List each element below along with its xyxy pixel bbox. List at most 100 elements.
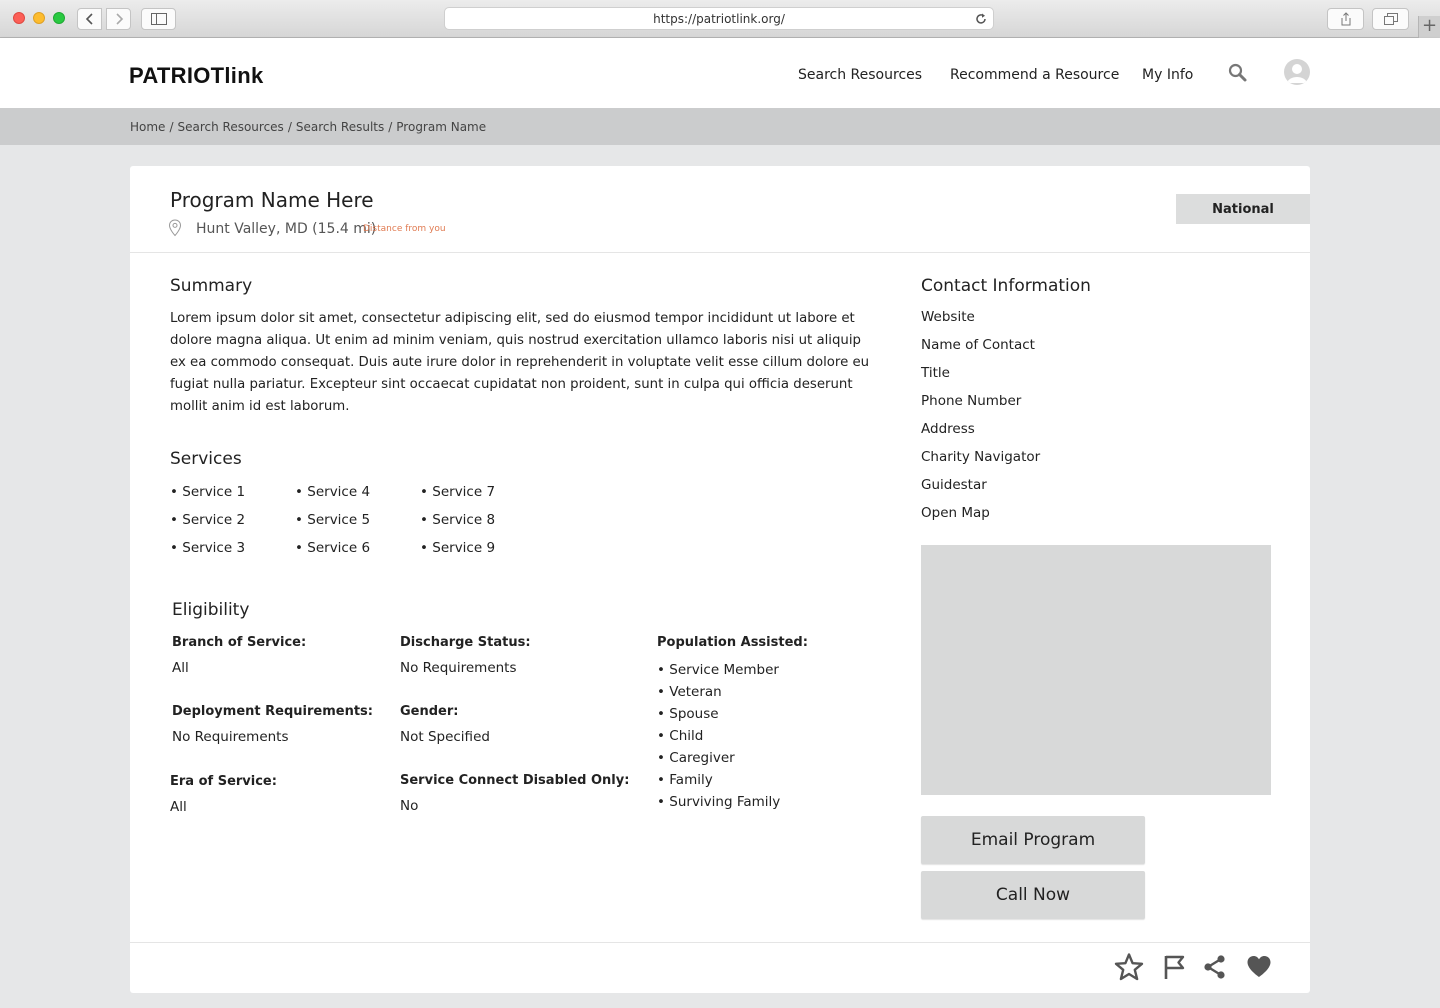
address-bar[interactable]: https://patriotlink.org/: [444, 7, 994, 30]
service-item: • Service 2: [170, 512, 245, 528]
contact-title-link[interactable]: Title: [921, 365, 950, 381]
contact-phone-link[interactable]: Phone Number: [921, 393, 1021, 409]
service-label: Service 2: [182, 512, 246, 528]
breadcrumb-separator: /: [169, 120, 174, 134]
share-icon[interactable]: [1202, 952, 1228, 982]
url-text: https://patriotlink.org/: [653, 11, 785, 26]
browser-toolbar: https://patriotlink.org/ +: [0, 0, 1440, 38]
minimize-window-button[interactable]: [33, 12, 45, 24]
summary-heading: Summary: [170, 276, 253, 296]
service-item: • Service 8: [420, 512, 495, 528]
branch-value: All: [172, 660, 189, 676]
service-item: • Service 3: [170, 540, 245, 556]
gender-value: Not Specified: [400, 729, 490, 745]
heart-icon[interactable]: [1245, 952, 1273, 982]
list-item: • Surviving Family: [657, 791, 780, 813]
discharge-value: No Requirements: [400, 660, 517, 676]
upload-icon: [1341, 12, 1350, 26]
user-avatar[interactable]: [1284, 59, 1310, 85]
email-program-button[interactable]: Email Program: [921, 816, 1145, 864]
list-item: • Child: [657, 725, 780, 747]
program-title: Program Name Here: [170, 188, 374, 212]
deployment-value: No Requirements: [172, 729, 289, 745]
site-header: PATRIOTlink Search Resources Recommend a…: [0, 38, 1440, 108]
bullet: •: [295, 512, 303, 528]
breadcrumb-current: Program Name: [396, 120, 487, 134]
back-button[interactable]: [77, 8, 102, 30]
share-page-button[interactable]: [1327, 8, 1364, 30]
forward-button[interactable]: [106, 8, 131, 30]
era-value: All: [170, 799, 187, 815]
breadcrumb-separator: /: [388, 120, 393, 134]
contact-address-link[interactable]: Address: [921, 421, 975, 437]
user-icon: [1287, 64, 1307, 83]
contact-name-link[interactable]: Name of Contact: [921, 337, 1035, 353]
contact-charity-navigator-link[interactable]: Charity Navigator: [921, 449, 1040, 465]
tabs-icon: [1383, 13, 1398, 25]
bullet: •: [170, 512, 178, 528]
bullet: •: [420, 512, 428, 528]
bullet: •: [657, 684, 665, 700]
list-item: • Spouse: [657, 703, 780, 725]
eligibility-heading: Eligibility: [172, 600, 250, 620]
deployment-label: Deployment Requirements:: [172, 704, 373, 719]
sidebar-toggle-button[interactable]: [141, 8, 176, 30]
gender-label: Gender:: [400, 704, 459, 719]
breadcrumb-home[interactable]: Home: [130, 120, 165, 134]
map-placeholder[interactable]: [921, 545, 1271, 795]
bullet: •: [657, 662, 665, 678]
service-label: Service 1: [182, 484, 246, 500]
population-item: Surviving Family: [669, 794, 781, 810]
bullet: •: [295, 540, 303, 556]
population-item: Child: [669, 728, 704, 744]
bullet: •: [170, 540, 178, 556]
bullet: •: [295, 484, 303, 500]
list-item: • Service Member: [657, 659, 780, 681]
contact-website-link[interactable]: Website: [921, 309, 975, 325]
nav-my-info[interactable]: My Info: [1142, 67, 1193, 83]
era-label: Era of Service:: [170, 774, 277, 789]
population-item: Veteran: [669, 684, 722, 700]
sidebar-icon: [150, 13, 167, 25]
contact-heading: Contact Information: [921, 276, 1091, 296]
star-icon[interactable]: [1113, 952, 1145, 982]
contact-guidestar-link[interactable]: Guidestar: [921, 477, 987, 493]
divider: [130, 942, 1310, 943]
zoom-window-button[interactable]: [53, 12, 65, 24]
contact-open-map-link[interactable]: Open Map: [921, 505, 990, 521]
breadcrumb: Home / Search Resources / Search Results / Pro…: [130, 120, 486, 134]
population-item: Caregiver: [669, 750, 735, 766]
divider: [130, 252, 1310, 253]
bullet: •: [657, 706, 665, 722]
bullet: •: [170, 484, 178, 500]
population-item: Service Member: [669, 662, 779, 678]
nav-search-resources[interactable]: Search Resources: [798, 67, 922, 83]
breadcrumb-search-results[interactable]: Search Results: [296, 120, 384, 134]
service-label: Service 7: [432, 484, 496, 500]
service-label: Service 8: [432, 512, 496, 528]
close-window-button[interactable]: [13, 12, 25, 24]
service-item: • Service 6: [295, 540, 370, 556]
tabs-overview-button[interactable]: [1372, 8, 1409, 30]
population-label: Population Assisted:: [657, 635, 808, 650]
call-now-button[interactable]: Call Now: [921, 871, 1145, 919]
bullet: •: [657, 750, 665, 766]
service-label: Service 6: [307, 540, 371, 556]
flag-icon[interactable]: [1162, 952, 1188, 982]
search-icon[interactable]: [1228, 63, 1248, 83]
connect-value: No: [400, 798, 419, 814]
new-tab-button[interactable]: +: [1418, 16, 1440, 38]
breadcrumb-search-resources[interactable]: Search Resources: [177, 120, 283, 134]
nav-recommend-resource[interactable]: Recommend a Resource: [950, 67, 1119, 83]
service-item: • Service 1: [170, 484, 245, 500]
bullet: •: [420, 484, 428, 500]
list-item: • Family: [657, 769, 780, 791]
service-label: Service 9: [432, 540, 496, 556]
services-heading: Services: [170, 449, 242, 469]
reload-icon[interactable]: [974, 12, 988, 26]
service-item: • Service 4: [295, 484, 370, 500]
breadcrumb-bar: Home / Search Resources / Search Results / Pro…: [0, 108, 1440, 145]
bullet: •: [657, 794, 665, 810]
site-logo[interactable]: PATRIOTlink: [129, 63, 263, 89]
chevron-left-icon: [85, 13, 93, 25]
